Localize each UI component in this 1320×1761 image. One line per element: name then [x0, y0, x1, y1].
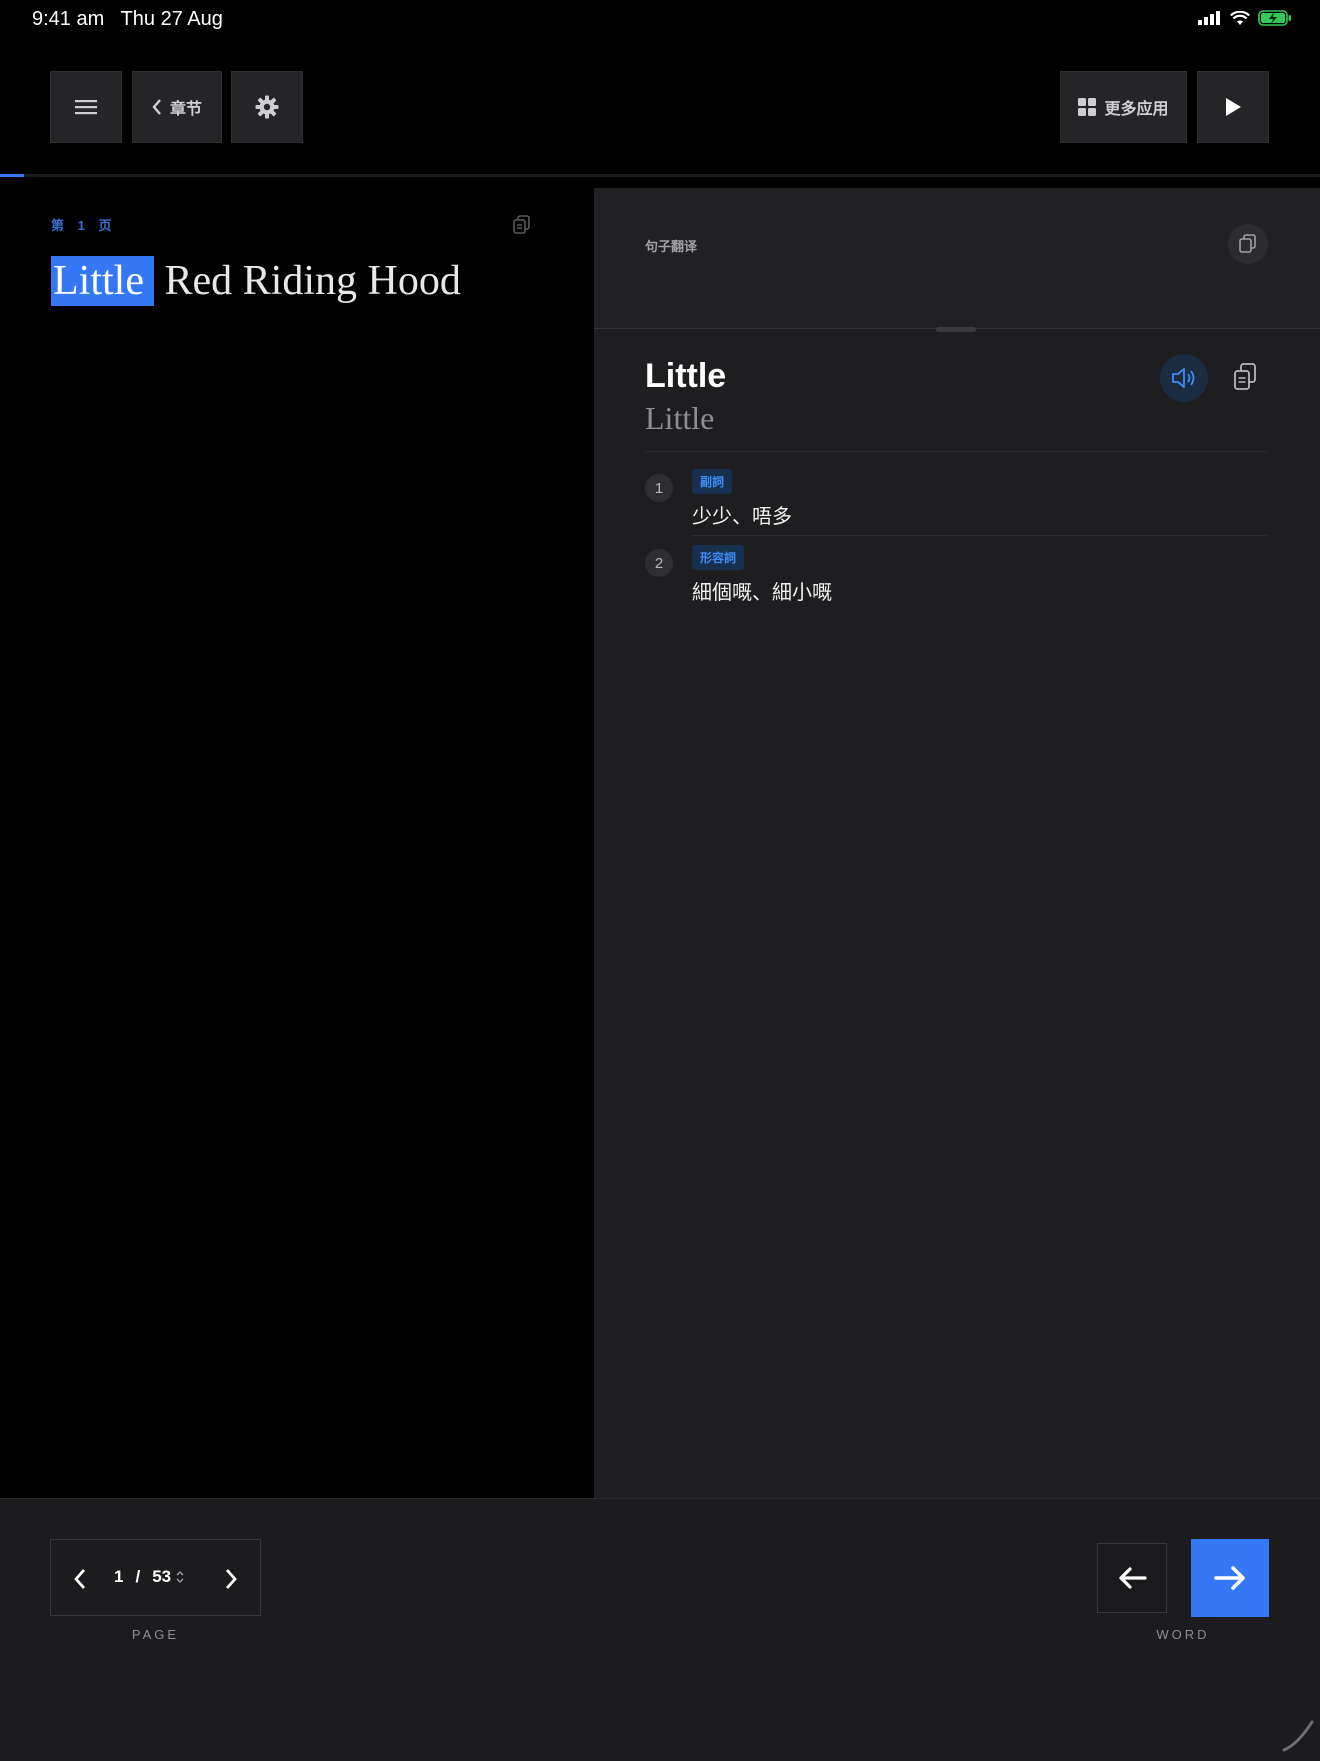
pronounce-button[interactable]	[1160, 354, 1208, 402]
page-label: PAGE	[131, 1627, 180, 1642]
page-next-button[interactable]	[224, 1568, 238, 1590]
chevron-updown-icon	[176, 1570, 184, 1584]
copy-icon	[1239, 234, 1256, 253]
definition-text: 少少、唔多	[692, 506, 792, 528]
status-date: Thu 27 Aug	[120, 8, 223, 30]
dictionary-word-form: Little	[645, 400, 715, 436]
play-icon	[1226, 98, 1241, 116]
copy-word-icon[interactable]	[1233, 363, 1257, 391]
page-total: 53	[152, 1567, 172, 1586]
copy-page-icon[interactable]	[513, 215, 531, 235]
status-time: 9:41 am	[32, 8, 105, 30]
more-apps-button[interactable]: 更多应用	[1060, 71, 1187, 143]
word-divider	[645, 451, 1267, 452]
reading-progress-track	[0, 174, 1320, 177]
more-apps-label: 更多应用	[1104, 101, 1169, 118]
definition-text: 細個嘅、細小嘅	[692, 582, 832, 604]
word-label: WORD	[1156, 1627, 1210, 1642]
pencil-stroke-icon	[1282, 1720, 1314, 1752]
signal-icon	[1198, 11, 1220, 25]
chapter-label: 章节	[169, 101, 202, 118]
speaker-icon	[1172, 368, 1195, 388]
page-text-line: Little Red Riding Hood	[51, 256, 461, 306]
arrow-right-icon	[1214, 1566, 1245, 1590]
wifi-icon	[1230, 10, 1250, 25]
page-current: 1	[114, 1567, 124, 1586]
hamburger-icon	[75, 100, 97, 115]
page-prev-button[interactable]	[73, 1568, 87, 1590]
copy-translation-button[interactable]	[1228, 224, 1268, 264]
status-indicators	[1198, 10, 1292, 26]
page-pager: 1 / 53	[50, 1539, 261, 1616]
page-selector[interactable]: 1 / 53	[114, 1567, 185, 1587]
chapter-button[interactable]: 章节	[132, 71, 222, 143]
page-text-rest[interactable]: Red Riding Hood	[164, 258, 460, 304]
highlighted-word[interactable]: Little	[51, 256, 154, 306]
previous-word-button[interactable]	[1097, 1543, 1167, 1613]
part-of-speech-tag: 副詞	[692, 469, 733, 494]
part-of-speech-tag: 形容詞	[692, 545, 745, 570]
dictionary-word: Little	[645, 357, 727, 395]
sentence-translation-label: 句子翻译	[645, 239, 698, 254]
arrow-left-icon	[1119, 1567, 1147, 1589]
status-bar-time: 9:41 am Thu 27 Aug	[32, 8, 223, 31]
gear-icon	[255, 95, 279, 119]
chevron-left-icon	[152, 99, 161, 115]
reading-progress-fill	[0, 174, 24, 177]
page-number-label: 第 1 页	[51, 218, 117, 233]
definition-number: 2	[645, 549, 673, 577]
panel-resize-handle[interactable]	[936, 327, 976, 332]
page-separator: /	[135, 1567, 141, 1586]
sentence-translation-section	[594, 188, 1320, 329]
definition-divider	[692, 535, 1267, 536]
menu-button[interactable]	[50, 71, 122, 143]
next-word-button[interactable]	[1191, 1539, 1269, 1617]
play-button[interactable]	[1197, 71, 1269, 143]
settings-button[interactable]	[231, 71, 303, 143]
grid-icon	[1078, 98, 1097, 116]
battery-charging-icon	[1258, 10, 1291, 26]
definition-number: 1	[645, 474, 673, 502]
